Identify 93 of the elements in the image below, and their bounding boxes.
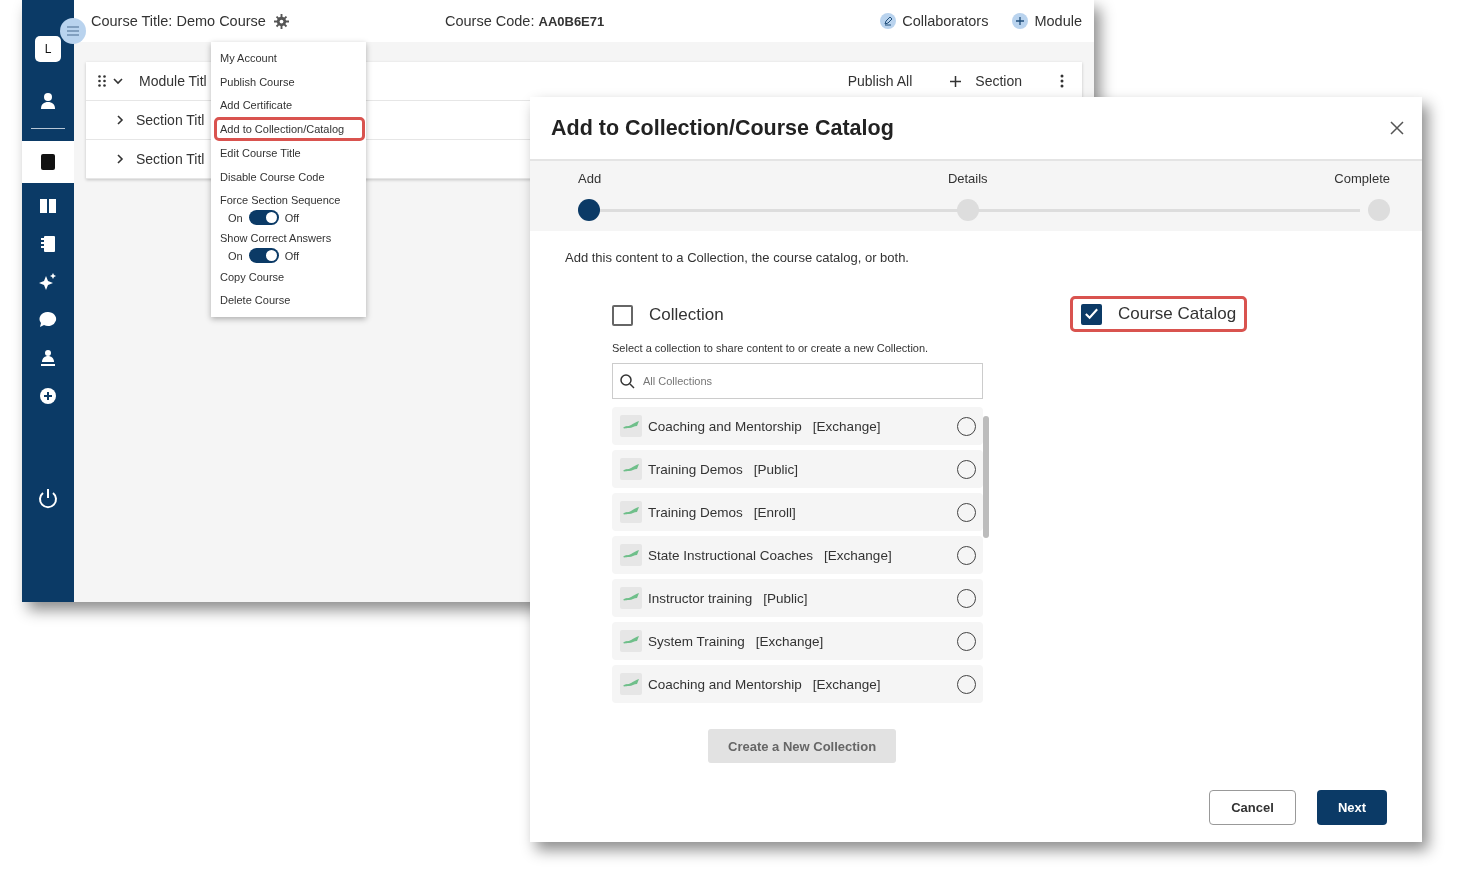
teacher-icon[interactable] <box>39 349 57 367</box>
close-icon[interactable] <box>1390 121 1404 135</box>
menu-item[interactable]: Disable Course Code <box>211 165 366 189</box>
collection-name: Instructor training <box>648 590 753 606</box>
thumbnail-icon <box>620 415 642 437</box>
next-button[interactable]: Next <box>1317 790 1387 825</box>
thumbnail-icon <box>620 501 642 523</box>
collection-name: Training Demos <box>648 461 743 477</box>
course-code: Course Code: AA0B6E71 <box>445 13 605 29</box>
step-dot[interactable] <box>578 199 600 221</box>
collection-row[interactable]: Training Demos [Public] <box>612 450 983 488</box>
section-title: Section Titl <box>136 112 205 128</box>
menu-label: Show Correct Answers <box>220 231 333 244</box>
collection-tag: [Exchange] <box>755 633 951 649</box>
sparkles-icon[interactable] <box>39 273 57 291</box>
collection-name: State Instructional Coaches <box>648 547 814 563</box>
add-icon[interactable] <box>39 387 57 405</box>
search-icon <box>620 374 635 389</box>
checkbox[interactable] <box>612 304 633 326</box>
menu-item[interactable]: Publish Course <box>211 69 366 94</box>
thumbnail-icon <box>620 673 642 695</box>
intro-text: Add this content to a Collection, the course catalog, or both. <box>565 250 910 265</box>
step-label: Details <box>947 171 988 186</box>
toggle-switch[interactable] <box>248 210 279 226</box>
section-title: Section Titl <box>136 151 205 167</box>
collection-row[interactable]: Coaching and Mentorship [Exchange] <box>612 407 983 445</box>
thumbnail-icon <box>620 587 642 609</box>
menu-item[interactable]: Edit Course Title <box>211 141 366 165</box>
drag-handle-icon[interactable] <box>98 75 106 87</box>
thumbnail-icon <box>620 458 642 480</box>
step-dot[interactable] <box>1368 199 1390 221</box>
dialog-title: Add to Collection/Course Catalog <box>551 115 895 141</box>
more-icon[interactable] <box>1060 74 1064 88</box>
checkbox-label: Course Catalog <box>1118 304 1237 324</box>
module-title: Module Titl <box>139 73 207 89</box>
collection-tag: [Public] <box>763 590 951 606</box>
chevron-right-icon[interactable] <box>117 115 124 125</box>
menu-item[interactable]: Delete Course <box>211 288 366 313</box>
action-button[interactable]: Collaborators <box>880 13 989 29</box>
toggle-label: Off <box>284 211 300 224</box>
action-button[interactable]: Module <box>1012 13 1082 29</box>
menu-item[interactable]: My Account <box>211 46 366 70</box>
cancel-button[interactable]: Cancel <box>1209 790 1296 825</box>
chat-icon[interactable] <box>39 311 57 329</box>
step-label: Complete <box>1334 171 1390 186</box>
collection-tag: [Public] <box>753 461 951 477</box>
course-title: Course Title: Demo Course <box>91 13 266 29</box>
scrollbar[interactable] <box>983 416 989 538</box>
publish-all-button[interactable]: Publish All <box>847 73 913 89</box>
chevron-right-icon[interactable] <box>117 154 124 164</box>
collection-name: System Training <box>648 633 745 649</box>
power-icon[interactable] <box>37 488 59 510</box>
book-icon[interactable] <box>39 198 57 214</box>
collection-row[interactable]: Instructor training [Public] <box>612 579 983 617</box>
menu-button[interactable] <box>60 18 86 44</box>
hint-text: Select a collection to share content to or create a new Collection. <box>612 342 930 354</box>
collection-row[interactable]: Coaching and Mentorship [Exchange] <box>612 665 983 703</box>
collection-tag: [Exchange] <box>824 547 951 563</box>
toggle-label: Off <box>284 249 300 262</box>
step-label: Add <box>578 171 602 186</box>
add-section-button[interactable]: Section <box>950 73 1022 89</box>
collection-tag: [Exchange] <box>812 676 951 692</box>
collection-name: Training Demos <box>648 504 743 520</box>
collection-row[interactable]: System Training [Exchange] <box>612 622 983 660</box>
menu-item[interactable]: Copy Course <box>211 264 366 289</box>
avatar[interactable]: L <box>35 36 61 62</box>
checkbox[interactable] <box>1081 303 1102 325</box>
collection-name: Coaching and Mentorship <box>648 418 802 434</box>
collection-tag: [Enroll] <box>753 504 951 520</box>
menu-icon <box>67 26 79 36</box>
toggle-label: On <box>228 211 243 224</box>
collection-name: Coaching and Mentorship <box>648 676 802 692</box>
thumbnail-icon <box>620 630 642 652</box>
thumbnail-icon <box>620 544 642 566</box>
collection-row[interactable]: State Instructional Coaches [Exchange] <box>612 536 983 574</box>
checkbox-label: Collection <box>649 305 724 325</box>
notebook-icon[interactable] <box>40 235 56 253</box>
collection-row[interactable]: Training Demos [Enroll] <box>612 493 983 531</box>
plus-icon <box>950 75 962 87</box>
menu-item[interactable]: Add to Collection/Catalog <box>214 117 365 142</box>
person-icon[interactable] <box>39 92 57 110</box>
plus-icon <box>1012 13 1029 29</box>
search-field[interactable]: All Collections <box>612 363 983 399</box>
menu-label: Force Section Sequence <box>220 193 342 206</box>
step-dot[interactable] <box>956 199 979 221</box>
toggle-label: On <box>228 249 243 262</box>
sidebar-item[interactable] <box>22 141 74 183</box>
collection-tag: [Exchange] <box>812 418 951 434</box>
settings-icon[interactable] <box>273 13 289 29</box>
pencil-icon <box>880 13 897 29</box>
toggle-switch[interactable] <box>248 248 279 264</box>
menu-item[interactable]: Add Certificate <box>211 93 366 118</box>
chevron-down-icon[interactable] <box>113 77 123 85</box>
